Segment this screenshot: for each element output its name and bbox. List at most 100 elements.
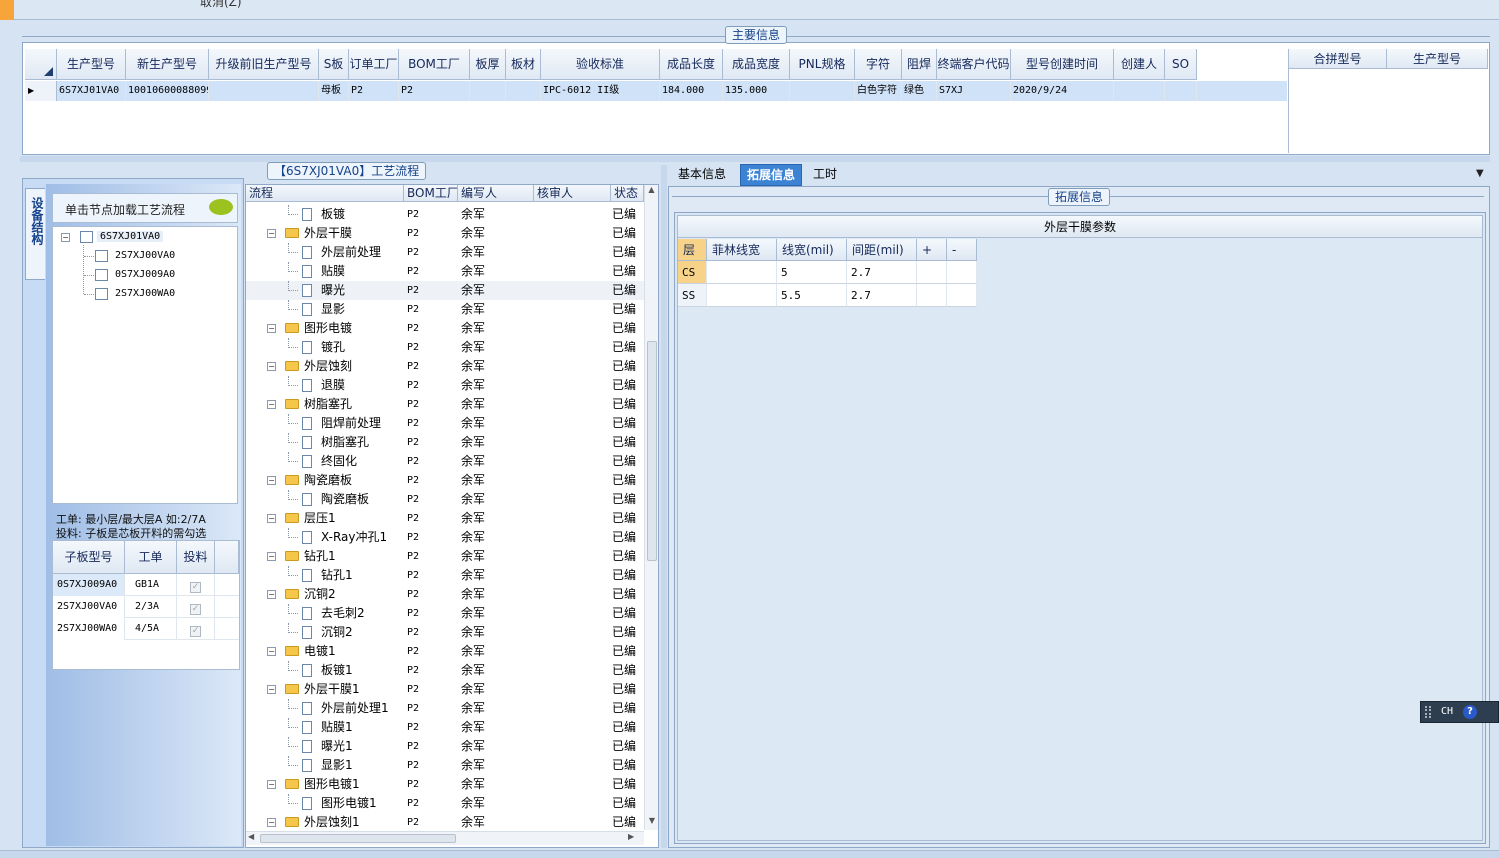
ext-col-header[interactable]: - bbox=[947, 239, 977, 261]
main-col-header[interactable]: 生产型号 bbox=[57, 49, 126, 80]
sub-col-header[interactable]: 子板型号 bbox=[53, 541, 125, 574]
process-row[interactable]: − 外层蚀刻1 P2 余军 已编 bbox=[246, 813, 644, 831]
sub-col-header[interactable]: 工单 bbox=[125, 541, 177, 574]
process-row[interactable]: − 钻孔1 P2 余军 已编 bbox=[246, 547, 644, 566]
checkbox-icon[interactable]: ✓ bbox=[190, 582, 201, 593]
tab-1[interactable]: 拓展信息 bbox=[740, 164, 802, 186]
ext-cell[interactable] bbox=[707, 284, 777, 307]
process-row[interactable]: − 外层蚀刻 P2 余军 已编 bbox=[246, 357, 644, 376]
main-col-header[interactable]: SO bbox=[1165, 49, 1197, 80]
process-row[interactable]: 阻焊前处理 P2 余军 已编 bbox=[246, 414, 644, 433]
main-col-header[interactable]: 升级前旧生产型号 bbox=[209, 49, 319, 80]
collapse-icon[interactable]: − bbox=[267, 476, 276, 485]
sub-row[interactable]: 2S7XJ00WA0 4/5A ✓ bbox=[53, 618, 239, 640]
ext-col-header[interactable]: 线宽(mil) bbox=[777, 239, 847, 261]
process-row[interactable]: 显影 P2 余军 已编 bbox=[246, 300, 644, 319]
process-row[interactable]: − 电镀1 P2 余军 已编 bbox=[246, 642, 644, 661]
main-info-row[interactable]: ▶ 6S7XJ01VA0 10010600088099 母板 P2 P2 IPC-6012 … bbox=[25, 81, 1287, 101]
process-row[interactable]: 沉铜2 P2 余军 已编 bbox=[246, 623, 644, 642]
collapse-icon[interactable]: − bbox=[267, 362, 276, 371]
collapse-icon[interactable]: − bbox=[61, 233, 70, 242]
process-row[interactable]: − 陶瓷磨板 P2 余军 已编 bbox=[246, 471, 644, 490]
process-row[interactable]: 去毛刺2 P2 余军 已编 bbox=[246, 604, 644, 623]
ext-cell[interactable]: 2.7 bbox=[847, 284, 917, 307]
main-col-header[interactable]: 成品长度 bbox=[660, 49, 723, 80]
dropdown-icon[interactable]: ▼ bbox=[1476, 168, 1484, 179]
tree-child[interactable]: 2S7XJ00WA0 bbox=[115, 288, 175, 299]
process-row[interactable]: 板镀1 P2 余军 已编 bbox=[246, 661, 644, 680]
main-col-header[interactable]: 型号创建时间 bbox=[1011, 49, 1114, 80]
process-row[interactable]: X-Ray冲孔1 P2 余军 已编 bbox=[246, 528, 644, 547]
process-col-header[interactable]: 编写人 bbox=[458, 185, 534, 202]
ext-col-header[interactable]: 菲林线宽 bbox=[707, 239, 777, 261]
sub-feed[interactable]: ✓ bbox=[177, 596, 215, 618]
sub-feed[interactable]: ✓ bbox=[177, 574, 215, 596]
main-col-header[interactable]: 板材 bbox=[506, 49, 541, 80]
main-col-header[interactable]: 板厚 bbox=[470, 49, 506, 80]
process-row[interactable]: − 图形电镀 P2 余军 已编 bbox=[246, 319, 644, 338]
process-row[interactable]: 贴膜 P2 余军 已编 bbox=[246, 262, 644, 281]
vertical-splitter[interactable] bbox=[661, 165, 667, 848]
main-col-header[interactable]: 成品宽度 bbox=[723, 49, 790, 80]
help-icon[interactable]: ? bbox=[1463, 705, 1477, 719]
process-vscroll[interactable]: ▲ ▼ bbox=[644, 185, 658, 830]
process-row[interactable]: 树脂塞孔 P2 余军 已编 bbox=[246, 433, 644, 452]
collapse-icon[interactable]: − bbox=[267, 780, 276, 789]
process-row[interactable]: 曝光1 P2 余军 已编 bbox=[246, 737, 644, 756]
main-col-header[interactable]: 验收标准 bbox=[541, 49, 660, 80]
process-row[interactable]: − 外层干膜 P2 余军 已编 bbox=[246, 224, 644, 243]
sub-row[interactable]: 2S7XJ00VA0 2/3A ✓ bbox=[53, 596, 239, 618]
process-row[interactable]: 外层前处理1 P2 余军 已编 bbox=[246, 699, 644, 718]
tree-child[interactable]: 2S7XJ00VA0 bbox=[115, 250, 175, 261]
process-row[interactable]: − 层压1 P2 余军 已编 bbox=[246, 509, 644, 528]
collapse-icon[interactable]: − bbox=[267, 590, 276, 599]
collapse-icon[interactable]: − bbox=[267, 552, 276, 561]
chat-bubble-icon[interactable] bbox=[209, 199, 233, 215]
tree-root[interactable]: 6S7XJ01VA0 bbox=[97, 231, 164, 242]
tree-child[interactable]: 0S7XJ009A0 bbox=[115, 269, 175, 280]
main-col-header[interactable]: 字符 bbox=[855, 49, 902, 80]
combo-col-header[interactable]: 生产型号 bbox=[1387, 49, 1488, 69]
collapse-icon[interactable]: − bbox=[267, 400, 276, 409]
ext-cell[interactable]: 5.5 bbox=[777, 284, 847, 307]
process-row[interactable]: 贴膜1 P2 余军 已编 bbox=[246, 718, 644, 737]
process-row[interactable]: 钻孔1 P2 余军 已编 bbox=[246, 566, 644, 585]
process-row[interactable]: 板镀 P2 余军 已编 bbox=[246, 205, 644, 224]
ime-widget[interactable]: CH ? bbox=[1420, 701, 1499, 723]
main-col-header[interactable]: 创建人 bbox=[1114, 49, 1165, 80]
scroll-thumb[interactable] bbox=[647, 341, 657, 561]
process-col-header[interactable]: 核审人 bbox=[534, 185, 611, 202]
process-row[interactable]: 镀孔 P2 余军 已编 bbox=[246, 338, 644, 357]
ext-col-header[interactable]: + bbox=[917, 239, 947, 261]
row-selector-icon[interactable]: ▶ bbox=[25, 81, 57, 101]
process-col-header[interactable]: 状态 bbox=[611, 185, 644, 202]
ext-cell[interactable]: 5 bbox=[777, 261, 847, 284]
sub-row[interactable]: 0S7XJ009A0 GB1A ✓ bbox=[53, 574, 239, 596]
ext-cell[interactable] bbox=[947, 284, 977, 307]
collapse-icon[interactable]: − bbox=[267, 818, 276, 827]
ext-cell[interactable]: 2.7 bbox=[847, 261, 917, 284]
main-col-header[interactable]: 阻焊 bbox=[902, 49, 937, 80]
main-col-header[interactable]: BOM工厂 bbox=[399, 49, 470, 80]
scroll-right-icon[interactable]: ▶ bbox=[628, 832, 634, 841]
process-row[interactable]: 图形电镀1 P2 余军 已编 bbox=[246, 794, 644, 813]
process-row[interactable]: 终固化 P2 余军 已编 bbox=[246, 452, 644, 471]
scroll-down-icon[interactable]: ▼ bbox=[645, 816, 659, 825]
scroll-up-icon[interactable]: ▲ bbox=[645, 185, 658, 194]
cancel-button[interactable]: 取消(Z) bbox=[200, 0, 242, 10]
process-row[interactable]: 退膜 P2 余军 已编 bbox=[246, 376, 644, 395]
process-col-header[interactable]: 流程 bbox=[246, 185, 404, 202]
process-row[interactable]: 陶瓷磨板 P2 余军 已编 bbox=[246, 490, 644, 509]
sub-col-header[interactable]: 投料 bbox=[177, 541, 215, 574]
main-col-header[interactable]: S板 bbox=[319, 49, 349, 80]
checkbox-icon[interactable]: ✓ bbox=[190, 626, 201, 637]
checkbox-icon[interactable]: ✓ bbox=[190, 604, 201, 615]
process-row[interactable]: − 沉铜2 P2 余军 已编 bbox=[246, 585, 644, 604]
main-col-header[interactable]: PNL规格 bbox=[790, 49, 855, 80]
hscroll-thumb[interactable] bbox=[260, 834, 456, 843]
combo-col-header[interactable]: 合拼型号 bbox=[1289, 49, 1387, 69]
main-col-header[interactable]: 订单工厂 bbox=[349, 49, 399, 80]
process-row[interactable]: − 图形电镀1 P2 余军 已编 bbox=[246, 775, 644, 794]
collapse-icon[interactable]: − bbox=[267, 324, 276, 333]
collapse-icon[interactable]: − bbox=[267, 685, 276, 694]
